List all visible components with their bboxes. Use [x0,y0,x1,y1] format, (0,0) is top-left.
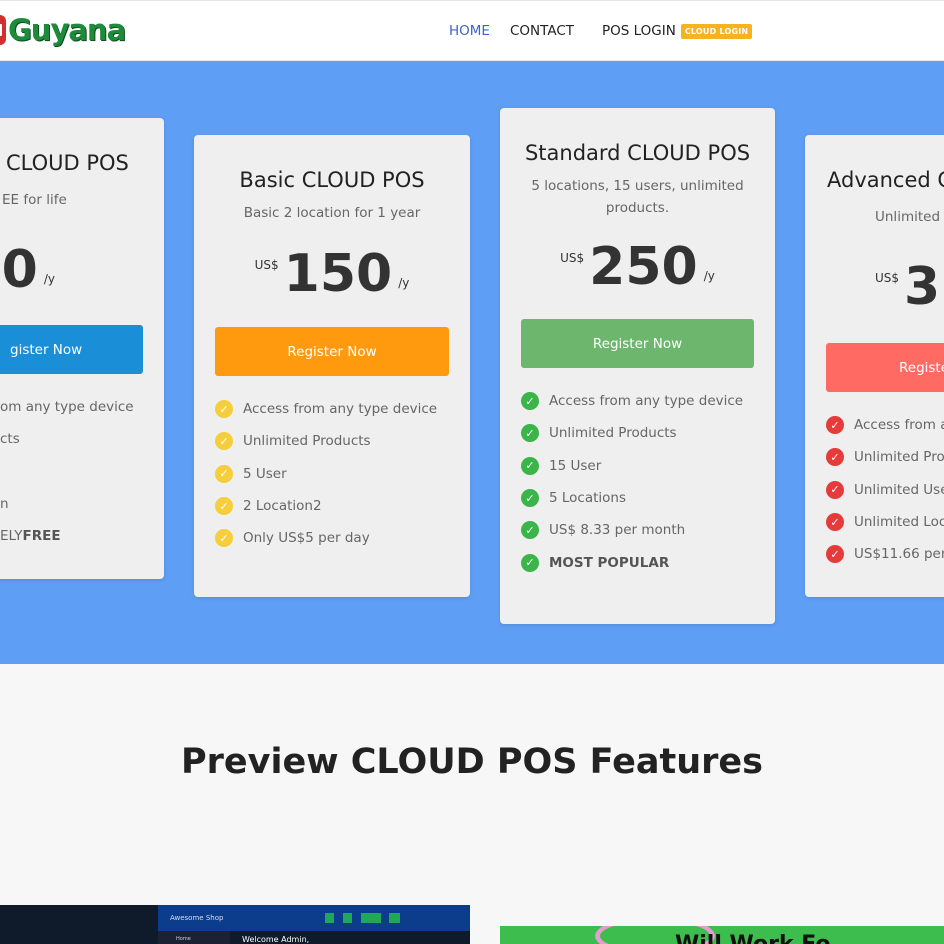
nav-home-link[interactable]: HOME [449,23,490,39]
plan-period: /y [398,276,410,290]
check-icon: ✓ [826,416,844,435]
plan-features: ✓ Access from any type device ✓ Unlimited … [521,385,775,579]
plan-price: US$ 35 [875,259,944,315]
preview-home-item: Home [176,936,191,942]
plan-features: om any type device cts n ELY FREE [0,391,134,552]
plan-amount: 35 [904,257,944,317]
preview-toolbar-button [325,913,334,923]
plan-title: Basic CLOUD POS [239,168,425,192]
plan-amount: 150 [283,244,393,304]
feature-item: ✓ Unlimited Use [826,474,944,506]
check-icon: ✓ [215,400,233,419]
plan-price: $ 0 /y [0,242,55,298]
cloud-login-badge[interactable]: CLOUD LOGIN [680,23,753,39]
plan-title: Advanced C [827,168,944,192]
plan-features: ✓ Access from any type device ✓ Unlimited … [215,393,470,554]
plan-subtitle: EE for life [2,192,67,208]
plan-title: CLOUD POS [6,151,129,175]
feature-item: ✓ 5 User [215,458,470,490]
page: Guyana HOME CONTACT POS LOGIN CLOUD LOGI… [0,0,944,944]
preview-welcome-text: Welcome Admin, [242,935,310,944]
plan-title: Standard CLOUD POS [524,141,751,165]
feature-item: ✓ 15 User [521,450,775,482]
preview-toolbar-button [389,913,400,923]
check-icon: ✓ [215,464,233,483]
preview-toolbar-button [343,913,352,923]
plan-subtitle: Unlimited [875,209,941,225]
feature-item: ✓ US$11.66 per [826,538,944,570]
feature-item: ✓ Unlimited Loc [826,506,944,538]
check-icon: ✓ [521,521,539,540]
check-icon: ✓ [521,489,539,508]
feature-item: ✓ Access from any type device [521,385,775,417]
plan-currency: US$ [254,258,279,272]
plan-subtitle: Basic 2 location for 1 year [243,205,421,221]
plan-currency: US$ [560,251,585,265]
preview-screenshot-left[interactable]: Awesome Shop Home Welcome Admin, [0,905,470,944]
pricing-card-free: CLOUD POS EE for life $ 0 /y gister Now … [0,118,164,579]
logo[interactable]: Guyana [0,13,126,47]
register-button-basic[interactable]: Register Now [215,327,449,376]
plan-subtitle: 5 locations, 15 users, unlimited product… [531,178,744,216]
check-icon: ✓ [826,545,844,564]
plan-period: /y [43,272,55,286]
logo-text: Guyana [8,13,126,47]
plan-features: ✓ Access from a ✓ Unlimited Pro ✓ Unlimited… [826,409,944,570]
preview-sidebar [158,931,230,944]
preview-toolbar-button [361,913,381,923]
preview-heading-text: Will Work Fo [675,932,831,944]
check-icon: ✓ [826,448,844,467]
logo-mark-icon [0,15,6,45]
feature-item: ✓ Access from any type device [215,393,470,425]
feature-item: ELY FREE [0,528,61,545]
check-icon: ✓ [215,497,233,516]
pricing-card-advanced: Advanced C Unlimited US$ 35 Registe ✓Acc… [805,135,944,597]
feature-item: cts [0,431,20,448]
feature-item: ✓ US$ 8.33 per month [521,514,775,546]
pricing-card-basic: Basic CLOUD POS Basic 2 location for 1 y… [194,135,470,597]
feature-item: n [0,496,9,513]
check-icon: ✓ [521,424,539,443]
nav-contact-link[interactable]: CONTACT [510,23,574,39]
register-button-free[interactable]: gister Now [0,325,143,374]
pricing-section: CLOUD POS EE for life $ 0 /y gister Now … [0,61,944,664]
feature-item: ✓ Unlimited Pro [826,441,944,473]
feature-item: ✓ Access from a [826,409,944,441]
preview-shop-name: Awesome Shop [170,914,224,922]
check-icon: ✓ [826,480,844,499]
pricing-card-standard: Standard CLOUD POS 5 locations, 15 users… [500,108,775,624]
check-icon: ✓ [521,456,539,475]
feature-item: ✓ 5 Locations [521,482,775,514]
check-icon: ✓ [826,513,844,532]
main-nav: HOME CONTACT POS LOGIN CLOUD LOGIN [449,23,753,39]
feature-item [0,456,134,488]
feature-item: ✓ MOST POPULAR [521,546,775,578]
feature-item: ✓ Only US$5 per day [215,522,470,554]
preview-screenshot-right[interactable]: Will Work Fo [500,926,944,944]
plan-price: US$ 150 /y [194,246,470,302]
check-icon: ✓ [521,392,539,411]
register-button-advanced[interactable]: Registe [826,343,944,392]
register-button-standard[interactable]: Register Now [521,319,754,368]
feature-item: om any type device [0,399,134,416]
feature-item: ✓ 2 Location2 [215,490,470,522]
check-icon: ✓ [521,553,539,572]
plan-period: /y [703,269,715,283]
feature-item: ✓ Unlimited Products [521,417,775,449]
check-icon: ✓ [215,432,233,451]
plan-amount: 250 [589,237,698,297]
plan-price: US$ 250 /y [500,239,775,295]
feature-item: ✓ Unlimited Products [215,425,470,457]
plan-currency: US$ [875,271,900,285]
site-header: Guyana HOME CONTACT POS LOGIN CLOUD LOGI… [0,0,944,61]
features-section-title: Preview CLOUD POS Features [181,742,763,782]
check-icon: ✓ [215,529,233,548]
plan-amount: 0 [1,240,38,300]
nav-pos-login-link[interactable]: POS LOGIN [602,23,676,39]
